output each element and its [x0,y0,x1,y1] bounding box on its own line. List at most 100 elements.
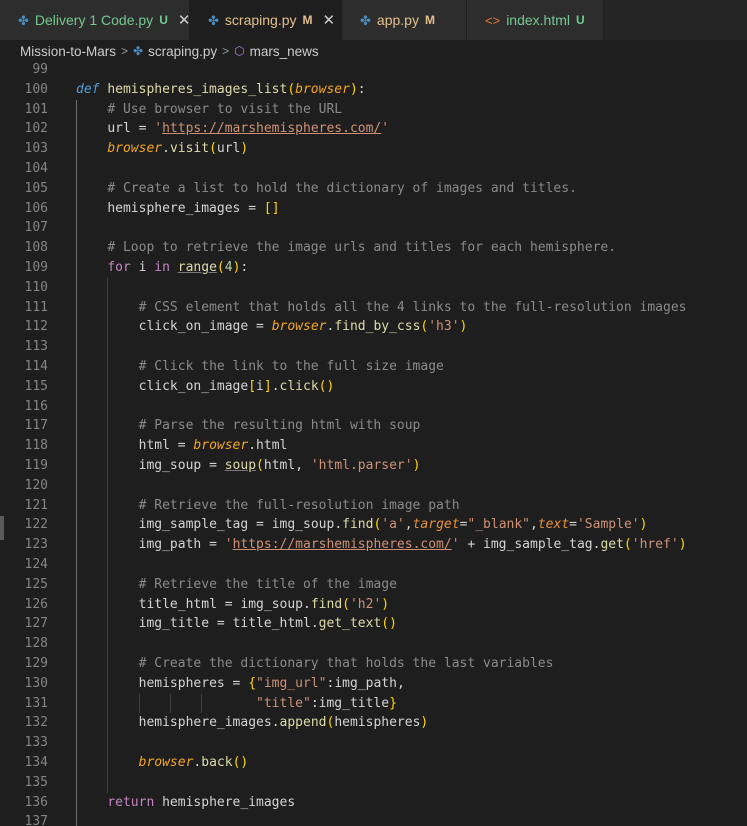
code-text: for i in range(4): [107,260,249,275]
close-icon[interactable]: ✕ [178,11,191,29]
line-number: 137 [24,814,48,826]
line-number: 103 [24,141,48,157]
line-number: 132 [24,715,48,731]
breadcrumb: Mission-to-Mars > ✤ scraping.py > ⬡ mars… [0,40,747,62]
line-number: 101 [24,101,48,117]
code-line[interactable]: 105 # Create a list to hold the dictiona… [0,179,747,199]
code-text: # Retrieve the full-resolution image pat… [138,497,460,513]
chevron-right-icon: > [222,44,230,58]
code-line[interactable]: 99 [0,62,747,80]
tab-label: Delivery 1 Code.py [34,12,154,28]
line-number: 130 [24,675,48,691]
code-line[interactable]: 122 img_sample_tag = img_soup.find('a',t… [0,515,747,535]
line-number: 114 [24,359,48,374]
git-status-badge: M [424,13,435,27]
code-line[interactable]: 137 [0,812,747,826]
code-line[interactable]: 126 title_html = img_soup.find('h2') [0,595,747,615]
code-line[interactable]: 112 click_on_image = browser.find_by_css… [0,317,747,337]
code-text: title_html = img_soup.find('h2') [138,596,390,612]
code-text: click_on_image = browser.find_by_css('h3… [138,319,468,335]
line-number: 119 [24,458,48,473]
indent-guide [201,693,203,714]
line-number: 135 [24,774,48,790]
breadcrumb-folder[interactable]: Mission-to-Mars [20,44,116,59]
code-text: img_sample_tag = img_soup.find('a',targe… [138,517,648,533]
code-line[interactable]: 136 return hemisphere_images [0,793,747,813]
line-number: 104 [24,161,48,176]
code-text: browser.back() [138,755,249,770]
code-line[interactable]: 117 # Parse the resulting html with soup [0,416,747,436]
code-line[interactable]: 113 [0,337,747,357]
close-icon[interactable]: ✕ [323,11,336,29]
code-line[interactable]: 132 hemisphere_images.append(hemispheres… [0,713,747,733]
chevron-right-icon: > [121,44,129,58]
code-text: # Create a list to hold the dictionary o… [107,180,577,196]
tab-index-html[interactable]: <> index.html U [467,0,604,40]
code-line[interactable]: 124 [0,555,747,575]
code-text: hemisphere_images = [] [107,200,280,216]
code-line[interactable]: 123 img_path = 'https://marshemispheres.… [0,535,747,555]
code-text: img_title = title_html.get_text() [138,616,397,632]
tab-app[interactable]: ✤ app.py M [342,0,467,40]
code-line[interactable]: 128 [0,634,747,654]
indent-guide [107,277,109,793]
code-line[interactable]: 134 browser.back() [0,753,747,773]
tab-delivery-1-code[interactable]: ✤ Delivery 1 Code.py U ✕ [0,0,190,40]
line-number: 116 [24,398,48,414]
line-number: 105 [24,180,48,196]
code-line[interactable]: 120 [0,476,747,496]
code-line[interactable]: 121 # Retrieve the full-resolution image… [0,496,747,516]
code-text: # Create the dictionary that holds the l… [138,656,554,671]
code-line[interactable]: 116 [0,397,747,417]
code-text: hemisphere_images.append(hemispheres) [138,715,429,731]
code-line[interactable]: 130 hemispheres = {"img_url":img_path, [0,674,747,694]
code-line[interactable]: 118 html = browser.html [0,436,747,456]
code-line[interactable]: 111 # CSS element that holds all the 4 l… [0,298,747,318]
code-text: img_soup = soup(html, 'html.parser') [138,458,421,473]
code-line[interactable]: 131 "title":img_title} [0,694,747,714]
line-number: 127 [24,616,48,632]
code-line[interactable]: 119 img_soup = soup(html, 'html.parser') [0,456,747,476]
code-line[interactable]: 125 # Retrieve the title of the image [0,575,747,595]
code-editor[interactable]: 99 100 def hemispheres_images_list(browser… [0,62,747,826]
line-number: 123 [24,537,48,553]
tab-scraping[interactable]: ✤ scraping.py M ✕ [190,0,342,40]
breadcrumb-symbol[interactable]: mars_news [250,44,319,59]
code-text: # Retrieve the title of the image [138,576,397,592]
line-number: 112 [24,319,48,335]
code-line[interactable]: 101 # Use browser to visit the URL [0,100,747,120]
code-line[interactable]: 115 click_on_image[i].click() [0,377,747,397]
code-text: img_path = 'https://marshemispheres.com/… [138,537,687,553]
line-number: 117 [24,418,48,434]
line-number: 109 [24,260,48,275]
code-line[interactable]: 127 img_title = title_html.get_text() [0,614,747,634]
code-line[interactable]: 100 def hemispheres_images_list(browser): [0,80,747,100]
line-number: 110 [24,279,48,295]
code-line[interactable]: 110 [0,278,747,298]
code-line[interactable]: 108 # Loop to retrieve the image urls an… [0,238,747,258]
code-text: url = 'https://marshemispheres.com/' [107,121,390,137]
line-number: 118 [24,438,48,454]
python-file-icon: ✤ [208,12,219,28]
code-text: browser.visit(url) [107,141,249,157]
code-line[interactable]: 135 [0,773,747,793]
code-line[interactable]: 107 [0,218,747,238]
code-text: # Parse the resulting html with soup [138,418,421,434]
line-number: 136 [24,794,48,810]
code-line[interactable]: 109 for i in range(4): [0,258,747,278]
git-status-badge: U [159,13,168,27]
code-line[interactable]: 104 [0,159,747,179]
code-line[interactable]: 106 hemisphere_images = [] [0,199,747,219]
code-text: "title":img_title} [256,695,397,711]
code-line[interactable]: 114 # Click the link to the full size im… [0,357,747,377]
code-line[interactable]: 102 url = 'https://marshemispheres.com/' [0,119,747,139]
git-status-badge: M [302,13,313,27]
vscode-window: ✤ Delivery 1 Code.py U ✕ ✤ scraping.py M… [0,0,747,826]
code-line[interactable]: 133 [0,733,747,753]
line-number: 134 [24,755,48,770]
code-line[interactable]: 129 # Create the dictionary that holds t… [0,654,747,674]
breadcrumb-file[interactable]: scraping.py [148,44,217,59]
code-text: # Loop to retrieve the image urls and ti… [107,240,617,256]
line-number: 102 [24,121,48,137]
code-line[interactable]: 103 browser.visit(url) [0,139,747,159]
